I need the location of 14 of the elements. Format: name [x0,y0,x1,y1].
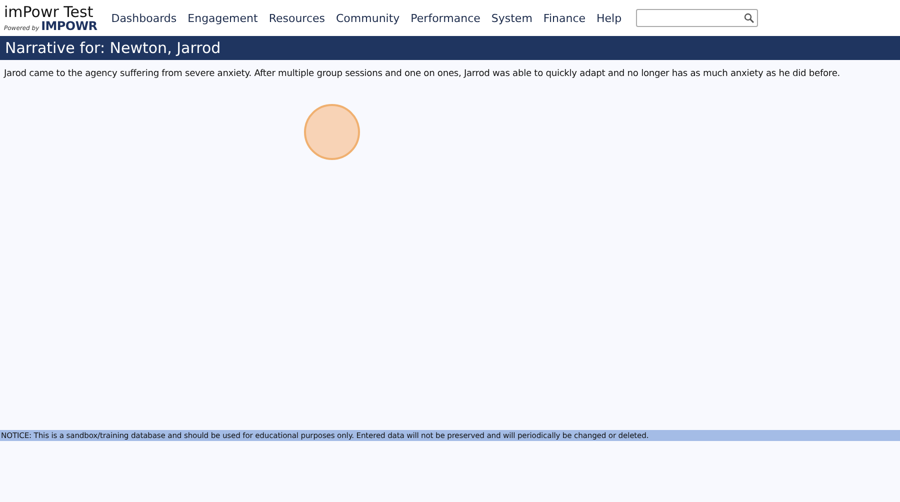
nav-menu-item[interactable]: Finance [543,12,586,24]
nav-menu-item[interactable]: Community [336,12,400,24]
nav-menu-item[interactable]: Dashboards [111,12,177,24]
nav-menu-item[interactable]: System [491,12,532,24]
nav-menu-item[interactable]: Help [596,12,622,24]
brand-logo: IMPOWR [41,20,98,32]
app-title: imPowr Test [4,4,94,20]
nav-menu-item[interactable]: Engagement [188,12,258,24]
search-icon[interactable] [744,13,754,23]
nav-menu-item[interactable]: Resources [268,12,325,24]
narrative-text: Jarod came to the agency suffering from severe anxiety. After multiple group sessions and one on ones, Jarrod was able to quickly adapt and no longer has as much anxiety as he did before. [2,68,842,81]
page-title: Narrative for: Newton, Jarrod [0,36,900,60]
nav-menu-item[interactable]: Performance [410,12,480,24]
search-field[interactable] [636,9,758,27]
